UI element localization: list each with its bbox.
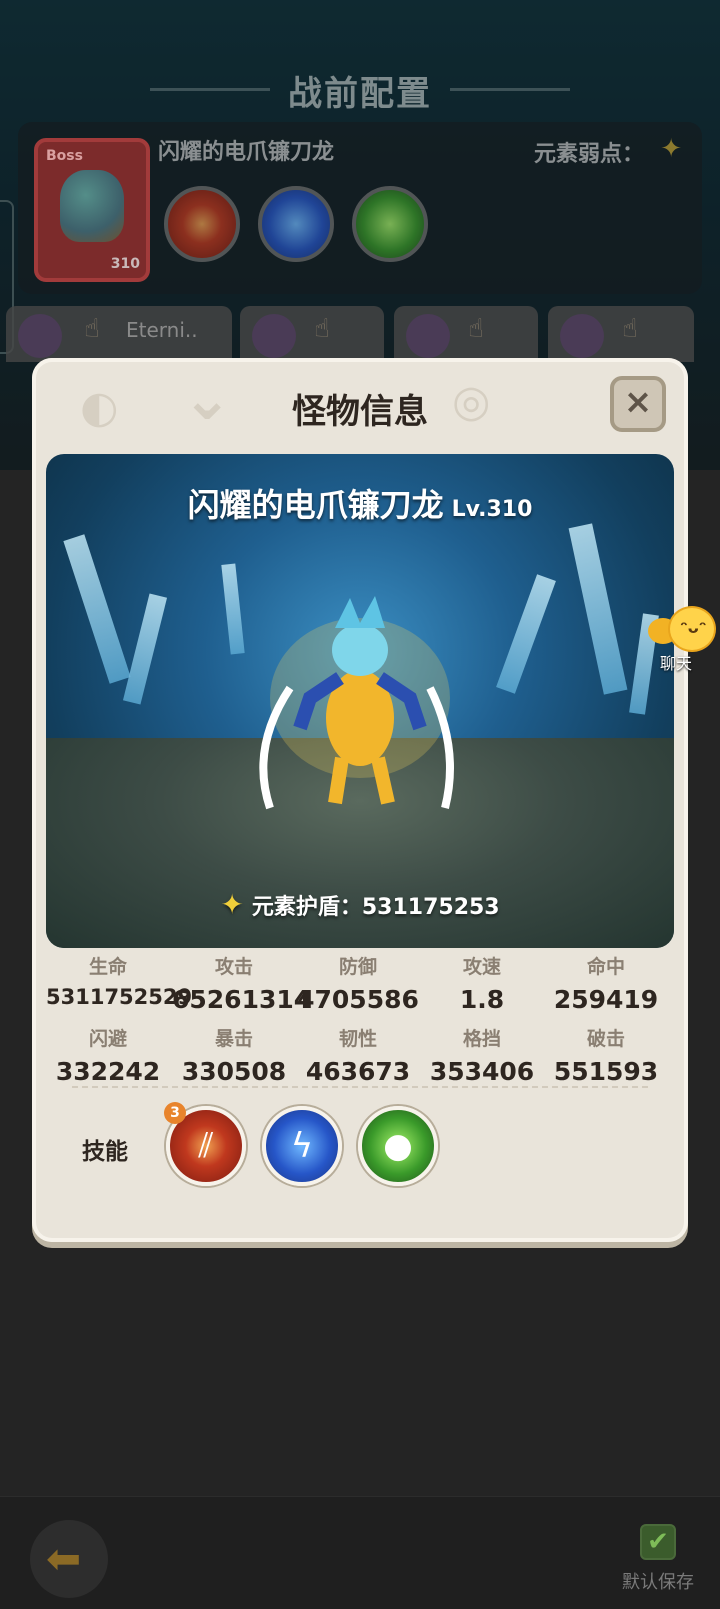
stat-label: 防御 bbox=[338, 956, 377, 978]
stat-hp: 生命 5311752529 bbox=[46, 952, 193, 1009]
avatar bbox=[560, 314, 604, 358]
stat-block: 格挡 353406 bbox=[420, 1024, 544, 1086]
weakness-label: 元素弱点： bbox=[533, 142, 644, 167]
skill-lightning[interactable]: ϟ bbox=[262, 1106, 342, 1186]
close-icon: × bbox=[623, 382, 653, 422]
back-button[interactable]: ⬅ bbox=[30, 1520, 108, 1598]
close-button[interactable]: × bbox=[610, 376, 666, 432]
monster-level: Lv.310 bbox=[451, 497, 533, 522]
stat-accuracy: 命中 259419 bbox=[544, 952, 668, 1014]
stat-value: 330508 bbox=[181, 1057, 287, 1086]
stat-label: 生命 bbox=[88, 956, 127, 978]
crystal bbox=[568, 523, 628, 695]
monster-preview: 闪耀的电爪镰刀龙 Lv.310 ✦ 元素护盾：531175253 bbox=[46, 454, 674, 948]
stat-value: 353406 bbox=[429, 1057, 535, 1086]
monster-title: 闪耀的电爪镰刀龙 Lv.310 bbox=[46, 480, 674, 526]
crystal bbox=[63, 534, 131, 684]
skill-level-badge: 3 bbox=[164, 1102, 186, 1124]
avatar bbox=[18, 314, 62, 358]
hand-icon: ☝ bbox=[314, 314, 330, 344]
stat-value: 4705586 bbox=[297, 985, 419, 1014]
team-tab-name: Eterni.. bbox=[126, 318, 198, 342]
hand-icon: ☝ bbox=[622, 314, 638, 344]
stat-value: 551593 bbox=[553, 1057, 659, 1086]
crystal bbox=[496, 574, 556, 694]
chat-label: 聊天 bbox=[660, 654, 693, 673]
skill-poison-slime[interactable]: ● bbox=[358, 1106, 438, 1186]
stat-value: 259419 bbox=[553, 985, 659, 1014]
skills-label: 技能 bbox=[82, 1139, 128, 1165]
stat-value: 463673 bbox=[305, 1057, 411, 1086]
boss-portrait bbox=[60, 170, 124, 242]
stat-label: 闪避 bbox=[88, 1028, 127, 1050]
stat-label: 破击 bbox=[586, 1028, 625, 1050]
smile-icon: ᵔᴗᵔ bbox=[680, 618, 707, 637]
light-element-icon: ✦ bbox=[220, 888, 244, 921]
divider bbox=[72, 1086, 648, 1088]
dialog-title: 怪物信息 bbox=[292, 392, 428, 432]
stat-value: 65261314 bbox=[172, 985, 312, 1014]
checkbox-checked-icon[interactable]: ✔ bbox=[640, 1524, 676, 1560]
back-arrow-icon: ⬅ bbox=[46, 1534, 82, 1583]
lightning-icon: ϟ bbox=[290, 1126, 314, 1166]
stat-label: 暴击 bbox=[214, 1028, 253, 1050]
monster-illustration bbox=[259, 596, 454, 810]
monster-info-dialog: ◐ ⌄ ◎ 怪物信息 × 闪耀的电爪镰刀龙 Lv.310 ✦ 元素护盾：531175… bbox=[32, 358, 688, 1242]
stat-value: 332242 bbox=[55, 1057, 161, 1086]
monster-name: 闪耀的电爪镰刀龙 bbox=[187, 486, 444, 524]
default-save-label[interactable]: 默认保存 bbox=[622, 1568, 694, 1594]
boss-skill-claw[interactable] bbox=[164, 186, 240, 262]
stat-dodge: 闪避 332242 bbox=[46, 1024, 170, 1086]
team-tab-2[interactable]: ☝ bbox=[240, 306, 384, 362]
stat-label: 攻击 bbox=[214, 956, 253, 978]
boss-level: 310 bbox=[110, 256, 140, 272]
shield-value: 531175253 bbox=[361, 895, 500, 920]
boss-panel: Boss 310 闪耀的电爪镰刀龙 元素弱点： ✦ bbox=[18, 122, 702, 294]
boss-name: 闪耀的电爪镰刀龙 bbox=[158, 140, 335, 165]
stat-break: 破击 551593 bbox=[544, 1024, 668, 1086]
chat-button[interactable]: ᵔᴗᵔ 聊天 bbox=[648, 604, 720, 674]
stat-label: 命中 bbox=[586, 956, 625, 978]
team-tab-4[interactable]: ☝ bbox=[548, 306, 694, 362]
boss-skill-lightning[interactable] bbox=[258, 186, 334, 262]
element-shield: ✦ 元素护盾：531175253 bbox=[46, 888, 674, 921]
crystal bbox=[122, 593, 168, 705]
light-element-icon: ✦ bbox=[660, 134, 682, 164]
bottom-bar bbox=[0, 1496, 720, 1609]
shield-label: 元素护盾： bbox=[251, 895, 362, 920]
stat-label: 格挡 bbox=[462, 1028, 501, 1050]
stat-crit: 暴击 330508 bbox=[172, 1024, 296, 1086]
stat-defense: 防御 4705586 bbox=[296, 952, 420, 1014]
stat-attack: 攻击 65261314 bbox=[172, 952, 312, 1014]
stat-label: 攻速 bbox=[462, 956, 501, 978]
stat-toughness: 韧性 463673 bbox=[296, 1024, 420, 1086]
stat-attack-speed: 攻速 1.8 bbox=[420, 952, 544, 1014]
poison-slime-icon: ● bbox=[383, 1126, 413, 1166]
hand-icon: ☝ bbox=[84, 314, 100, 344]
avatar bbox=[252, 314, 296, 358]
stat-value: 5311752529 bbox=[46, 985, 193, 1009]
boss-card[interactable]: Boss 310 bbox=[34, 138, 150, 282]
avatar bbox=[406, 314, 450, 358]
team-tab-1[interactable]: ☝ Eterni.. bbox=[6, 306, 232, 362]
team-tab-3[interactable]: ☝ bbox=[394, 306, 538, 362]
page-title: 战前配置 bbox=[288, 74, 432, 114]
stat-label: 韧性 bbox=[338, 1028, 377, 1050]
hand-icon: ☝ bbox=[468, 314, 484, 344]
boss-skill-poison[interactable] bbox=[352, 186, 428, 262]
skill-claw-slash[interactable]: ⫽ 3 bbox=[164, 1102, 246, 1186]
stat-value: 1.8 bbox=[459, 985, 505, 1014]
boss-tag: Boss bbox=[46, 148, 83, 164]
